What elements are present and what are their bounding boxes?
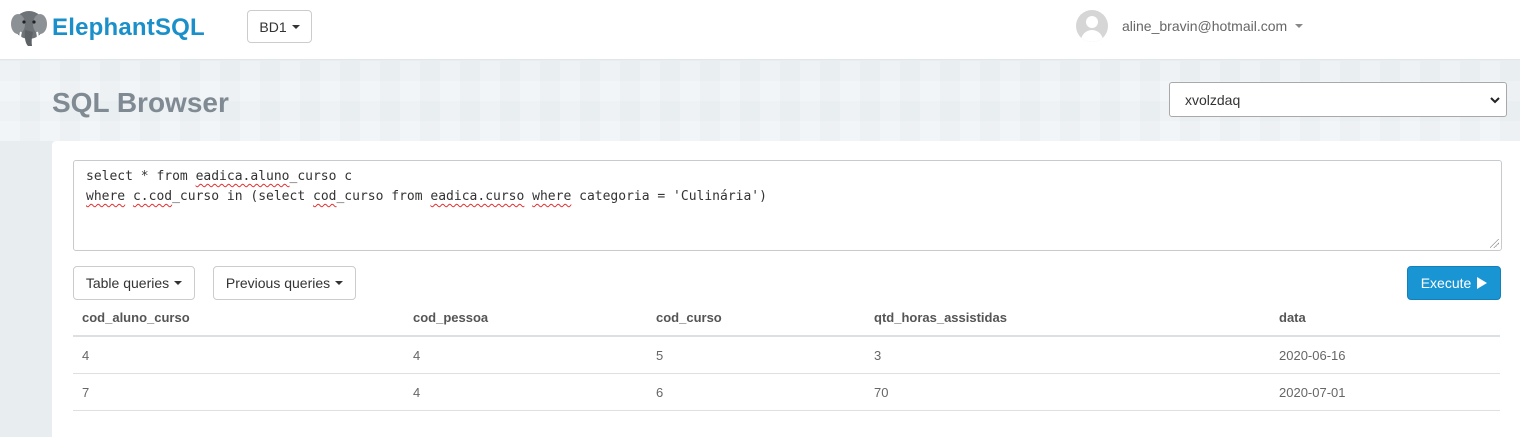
table-cell: 4 — [413, 347, 421, 363]
table-row: 7 4 6 70 2020-07-01 — [73, 374, 1500, 411]
sql-browser-panel: select * from eadica.aluno_curso c where… — [52, 141, 1520, 437]
play-icon — [1477, 277, 1488, 289]
query-text: eadica.aluno — [195, 169, 290, 184]
table-cell: 5 — [656, 347, 664, 363]
table-cell: 6 — [656, 384, 664, 400]
table-queries-label: Table queries — [85, 275, 170, 291]
table-row: 4 4 5 3 2020-06-16 — [73, 337, 1500, 374]
query-text — [125, 189, 133, 204]
results-table: cod_aluno_curso cod_pessoa cod_curso qtd… — [73, 299, 1500, 411]
table-header-row: cod_aluno_curso cod_pessoa cod_curso qtd… — [73, 299, 1500, 337]
execute-label: Execute — [1420, 275, 1472, 291]
query-text: _curso from — [336, 189, 431, 204]
previous-queries-button[interactable]: Previous queries — [213, 266, 356, 300]
instance-select[interactable]: xvolzdaq — [1169, 82, 1507, 117]
column-header[interactable]: cod_pessoa — [404, 299, 488, 335]
table-cell: 2020-07-01 — [1279, 384, 1346, 400]
query-text: cod — [313, 189, 337, 204]
user-email: aline_bravin@hotmail.com — [1122, 18, 1288, 34]
caret-down-icon — [174, 281, 183, 285]
query-text: categoria = 'Culinária') — [571, 189, 767, 204]
database-dropdown-label: BD1 — [259, 18, 287, 35]
table-cell: 70 — [874, 384, 889, 400]
user-menu[interactable]: aline_bravin@hotmail.com — [1076, 10, 1304, 42]
page-header: SQL Browser xvolzdaq — [0, 61, 1520, 141]
table-cell: 3 — [874, 347, 882, 363]
execute-button[interactable]: Execute — [1407, 266, 1501, 300]
query-text: _curso c — [289, 169, 353, 184]
caret-down-icon — [335, 281, 344, 285]
table-body: 4 4 5 3 2020-06-16 7 4 6 70 2020-07-01 — [73, 337, 1500, 411]
instance-select-value: xvolzdaq — [1185, 91, 1241, 108]
sql-query-editor[interactable]: select * from eadica.aluno_curso c where… — [73, 160, 1502, 251]
query-text: select * from — [86, 169, 196, 184]
user-avatar-icon — [1076, 10, 1108, 42]
table-cell: 7 — [82, 384, 90, 400]
top-navbar: ElephantSQL BD1 aline_bravin@hotmail.com — [0, 0, 1520, 60]
query-text — [524, 189, 532, 204]
column-header[interactable]: cod_aluno_curso — [73, 299, 190, 335]
page-title: SQL Browser — [52, 87, 229, 118]
brand-name: ElephantSQL — [52, 14, 205, 41]
query-text: _curso in (select — [172, 189, 313, 204]
column-header[interactable]: data — [1270, 299, 1306, 335]
column-header[interactable]: cod_curso — [647, 299, 722, 335]
database-dropdown[interactable]: BD1 — [247, 10, 312, 43]
caret-down-icon — [1295, 24, 1304, 28]
chevron-down-icon — [1490, 97, 1500, 104]
query-text: where — [86, 189, 126, 204]
table-cell: 4 — [82, 347, 90, 363]
brand-link[interactable]: ElephantSQL — [10, 8, 205, 48]
query-text: eadica.curso — [430, 189, 525, 204]
elephant-logo-icon — [11, 11, 47, 46]
query-line-1: select * from eadica.aluno_curso c — [86, 167, 1489, 187]
column-header[interactable]: qtd_horas_assistidas — [865, 299, 1007, 335]
resize-handle[interactable] — [1490, 239, 1499, 248]
query-text: c.cod — [132, 189, 173, 204]
table-cell: 2020-06-16 — [1279, 347, 1346, 363]
table-queries-button[interactable]: Table queries — [73, 266, 195, 300]
caret-down-icon — [291, 24, 300, 29]
table-cell: 4 — [413, 384, 421, 400]
query-text: where — [532, 189, 572, 204]
query-line-2: where c.cod_curso in (select cod_curso f… — [86, 187, 1489, 207]
previous-queries-label: Previous queries — [225, 275, 331, 291]
